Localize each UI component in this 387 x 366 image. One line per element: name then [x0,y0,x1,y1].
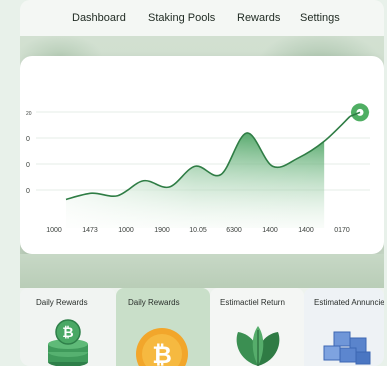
app-window: Dashboard Staking Pools Rewards Settings… [20,0,384,366]
nav-staking-pools[interactable]: Staking Pools [148,12,215,24]
nav-settings[interactable]: Settings [300,12,340,24]
x-tick-label: 1000 [46,227,62,234]
y-tick-label: 20 [26,111,32,117]
cubes-icon [323,331,371,365]
x-tick-label: 1473 [82,227,98,234]
x-tick-label: 6300 [226,227,242,234]
card-estimated-annual[interactable]: Estimated Annuncie [304,288,384,366]
bitcoin-icon: ₿ [136,328,188,366]
card-daily-rewards-btc[interactable]: Daily Rewards ₿ [116,288,210,366]
end-point-dot [356,108,364,116]
card-label: Estimated Annuncie [314,298,384,307]
card-label: Estimactiel Return [220,298,285,307]
x-tick-label: 1400 [298,227,314,234]
rewards-chart-card: 20 0 0 0 1000 1473 1000 1900 10.05 6300 1400 1400 0… [20,56,384,254]
coin-stack-icon: ₿ [48,319,88,366]
series-area-fade [66,132,325,228]
x-tick-label: 1900 [154,227,170,234]
y-tick-label: 0 [26,188,30,195]
foliage-strip [20,254,384,288]
nav-rewards[interactable]: Rewards [237,12,280,24]
svg-text:₿: ₿ [62,325,73,341]
y-tick-label: 0 [26,162,30,169]
stats-cards: Daily Rewards ₿ Daily Rewards ₿ Estimact… [20,288,384,366]
svg-text:₿: ₿ [152,341,172,366]
y-tick-label: 0 [26,136,30,143]
nav-dashboard[interactable]: Dashboard [72,12,126,24]
x-tick-label: 1000 [118,227,134,234]
leaf-icon [236,326,280,366]
x-tick-label: 0170 [334,227,350,234]
card-estimated-return[interactable]: Estimactiel Return [210,288,304,366]
card-daily-rewards[interactable]: Daily Rewards ₿ [20,288,116,366]
card-label: Daily Rewards [128,298,180,307]
top-nav: Dashboard Staking Pools Rewards Settings [20,0,384,36]
card-label: Daily Rewards [36,298,88,307]
x-tick-label: 1400 [262,227,278,234]
x-tick-label: 10.05 [189,227,207,234]
rewards-chart: 20 0 0 0 1000 1473 1000 1900 10.05 6300 1400 1400 0… [26,103,370,234]
